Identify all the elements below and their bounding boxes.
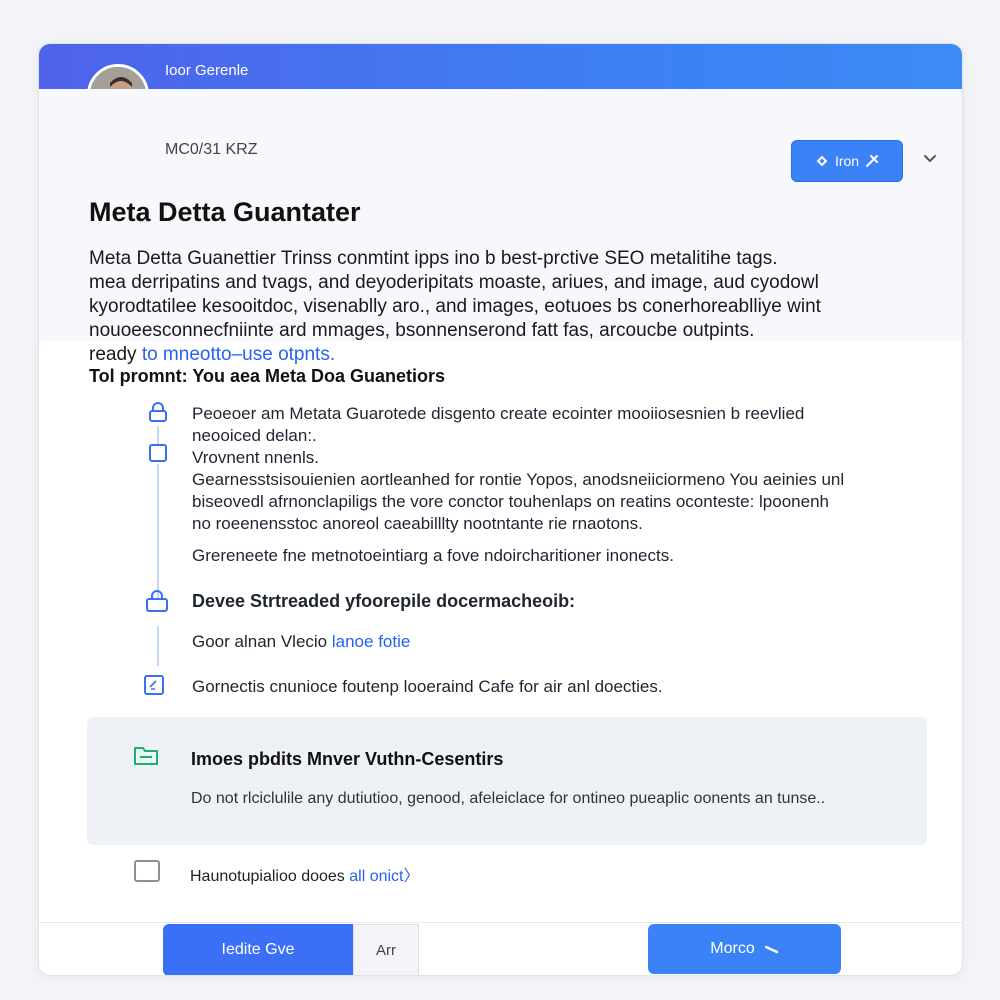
profile-subline: MC0/31 KRZ: [165, 141, 258, 158]
intro-section: MC0/31 KRZ Iron Meta Detta Guantater Met…: [39, 89, 962, 365]
primary-left-label: Iedite Gve: [221, 941, 295, 958]
prompt-item: Peoeoer am Metata Guarotede disgento cre…: [192, 403, 882, 447]
secondary-button[interactable]: Arr: [353, 924, 419, 975]
footer-divider: [39, 922, 962, 923]
prompt-item-line: Gornectis cnunioce foutenp looeraind Caf…: [192, 677, 663, 696]
description-line-last: ready to mneotto–use otpnts.: [89, 343, 899, 367]
edit-icon: [144, 675, 164, 695]
description-line: Meta Detta Guanettier Trinss conmtint ip…: [89, 248, 778, 269]
top-action-button[interactable]: Iron: [791, 140, 903, 182]
prompt-item-line: biseovedl afrnonclapiligs the vore conct…: [192, 492, 829, 511]
lock-icon: [146, 590, 168, 612]
top-action-label: Iron: [834, 153, 860, 169]
prompt-item: Vrovnent nnenls. Gearnesstsisouienien ao…: [192, 447, 892, 535]
prompt-item: Grereneete fne metnotoeintiarg a fove nd…: [192, 545, 892, 567]
tools-icon: [866, 155, 879, 167]
prompt-item-line: no roeenensstoc anoreol caeabilllty noot…: [192, 514, 643, 533]
description-tail-text: ready: [89, 344, 137, 365]
square-icon: [149, 444, 167, 462]
timeline-line: [157, 464, 159, 604]
info-panel: Imoes pbdits Mnver Vuthn-Cesentirs Do no…: [87, 717, 927, 845]
secondary-label: Arr: [376, 941, 396, 959]
link-icon: [816, 155, 828, 167]
prompt-item-link[interactable]: lanoe fotie: [332, 632, 410, 651]
page-title: Meta Detta Guantater: [89, 197, 361, 227]
description-link[interactable]: to mneotto–use otpnts.: [142, 344, 335, 365]
primary-left-button[interactable]: Iedite Gve: [163, 924, 353, 975]
arrow-right-icon: [764, 945, 778, 954]
prompt-item-line: Vrovnent nnenls.: [192, 448, 319, 467]
primary-right-label: Morco: [710, 940, 755, 957]
checkbox-label-link[interactable]: all onict〉: [349, 868, 419, 885]
folder-icon: [134, 747, 158, 765]
description-line: mea derripatins and tvags, and deyoderip…: [89, 272, 819, 293]
primary-right-button[interactable]: Morco: [648, 924, 841, 974]
description-line: kyorodtatilee kesooitdoc, visenablly aro…: [89, 296, 821, 317]
panel-body: Do not rlciclulile any dutiutioo, genood…: [191, 790, 826, 807]
checkbox-label: Haunotupialioo dooes all onict〉: [190, 862, 420, 886]
option-checkbox[interactable]: [134, 860, 160, 882]
prompt-item: Goor alnan Vlecio lanoe fotie: [192, 631, 892, 653]
timeline-line: [157, 626, 159, 666]
tool-prompt-title: Tol promnt: You aea Meta Doa Guanetiors: [89, 366, 446, 386]
panel-title: Imoes pbdits Mnver Vuthn-Cesentirs: [191, 749, 504, 769]
meta-data-generator-card: Ioor Gerenle MC0/31 KRZ Iron Meta Detta …: [38, 43, 963, 976]
prompt-item-line: neooiced delan:.: [192, 426, 317, 445]
description: Meta Detta Guanettier Trinss conmtint ip…: [89, 247, 899, 367]
prompt-item-line: Devee Strtreaded yfoorepile docermacheoi…: [192, 591, 576, 611]
prompt-section-heading: Devee Strtreaded yfoorepile docermacheoi…: [192, 590, 892, 612]
prompt-item-line: Grereneete fne metnotoeintiarg a fove nd…: [192, 546, 674, 565]
prompt-item-text: Goor alnan Vlecio: [192, 632, 328, 651]
checkbox-label-text: Haunotupialioo dooes: [190, 868, 345, 885]
description-line: nouoeesconnecfniinte ard mmages, bsonnen…: [89, 320, 755, 341]
profile-name: Ioor Gerenle: [165, 62, 249, 79]
prompt-item: Gornectis cnunioce foutenp looeraind Caf…: [192, 676, 892, 698]
lock-icon: [149, 402, 167, 422]
prompt-item-line: Gearnesstsisouienien aortleanhed for ron…: [192, 470, 845, 489]
prompt-item-line: Peoeoer am Metata Guarotede disgento cre…: [192, 404, 805, 423]
chevron-down-icon[interactable]: [919, 147, 941, 169]
